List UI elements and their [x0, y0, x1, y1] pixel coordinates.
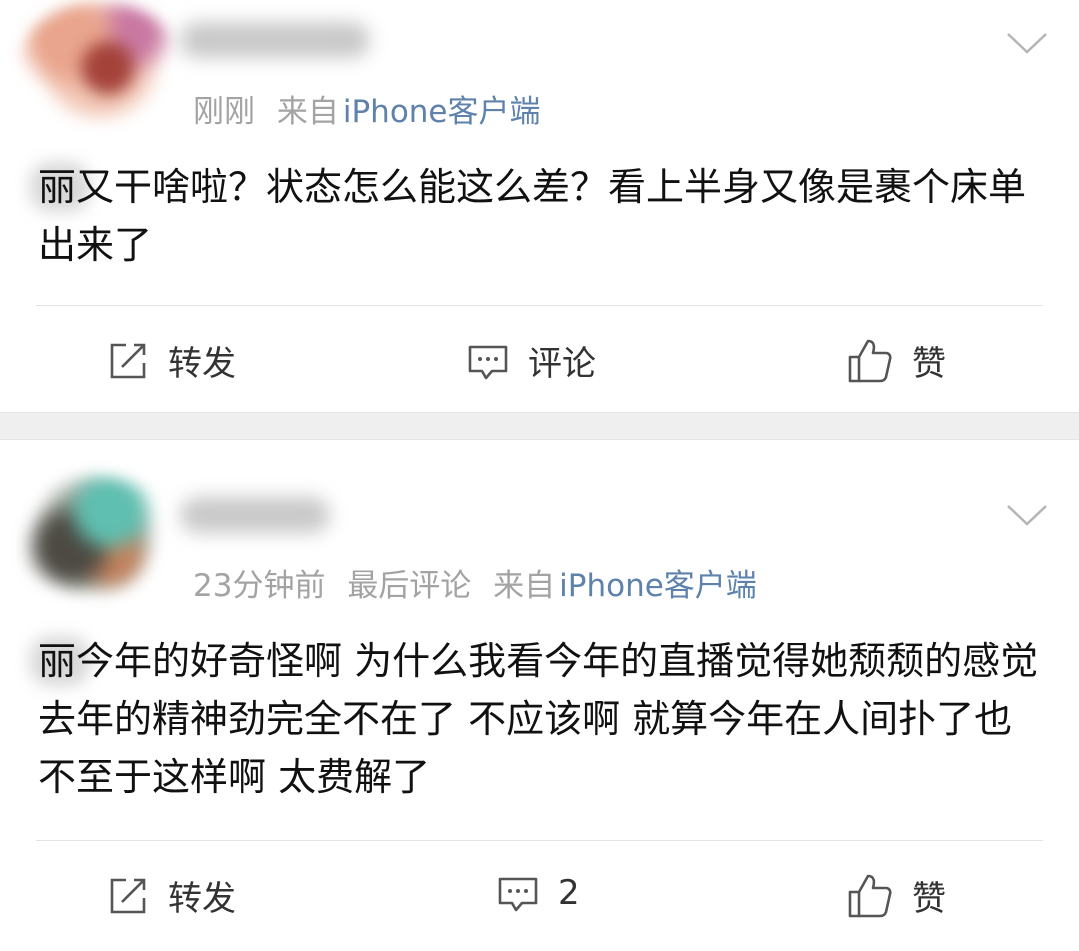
source-link[interactable]: iPhone客户端 [559, 568, 757, 604]
from-label: 来自 [493, 568, 556, 604]
chevron-down-icon[interactable] [1005, 30, 1049, 56]
username-blurred[interactable] [180, 497, 330, 533]
last-comment-label: 最后评论 [347, 568, 472, 604]
post-text: 丽又干啥啦？状态怎么能这么差？看上半身又像是裹个床单出来了 [38, 165, 1027, 267]
avatar[interactable] [14, 475, 174, 595]
comment-button[interactable]: 2 [496, 871, 580, 915]
thumbs-up-icon [848, 339, 892, 382]
card-separator [0, 412, 1079, 440]
like-button[interactable]: 赞 [846, 871, 946, 920]
like-button[interactable]: 赞 [846, 336, 946, 385]
avatar[interactable] [20, 2, 180, 122]
comment-count: 2 [558, 873, 580, 913]
post-meta: 23分钟前 最后评论 来自 iPhone客户端 [193, 560, 757, 605]
source-link[interactable]: iPhone客户端 [343, 94, 541, 130]
chevron-down-icon[interactable] [1005, 502, 1049, 528]
comment-button[interactable]: 评论 [466, 336, 596, 385]
like-label: 赞 [912, 344, 946, 384]
repost-label: 转发 [168, 879, 236, 919]
post-time: 刚刚 [193, 94, 255, 130]
like-label: 赞 [912, 879, 946, 919]
from-label: 来自 [276, 94, 339, 130]
comment-icon [498, 877, 538, 912]
thumbs-up-icon [848, 874, 892, 917]
post-text: 丽今年的好奇怪啊 为什么我看今年的直播觉得她颓颓的感觉 去年的精神劲完全不在了 … [38, 639, 1039, 799]
share-icon [110, 343, 146, 378]
comment-label: 评论 [528, 344, 596, 384]
comment-icon [468, 345, 508, 379]
action-bar: 转发 2 赞 [0, 841, 1079, 951]
username-blurred[interactable] [180, 22, 370, 58]
post-meta: 刚刚 来自 iPhone客户端 [193, 86, 541, 131]
post-card[interactable]: 刚刚 来自 iPhone客户端 丽又干啥啦？状态怎么能这么差？看上半身又像是裹个床… [0, 0, 1079, 412]
post-card[interactable]: 23分钟前 最后评论 来自 iPhone客户端 丽今年的好奇怪啊 为什么我看今年的… [0, 440, 1079, 928]
repost-label: 转发 [168, 344, 236, 384]
post-time: 23分钟前 [193, 568, 326, 604]
repost-button[interactable]: 转发 [106, 871, 236, 920]
share-icon [110, 878, 146, 913]
repost-button[interactable]: 转发 [106, 336, 236, 385]
action-bar: 转发 评论 赞 [0, 306, 1079, 416]
